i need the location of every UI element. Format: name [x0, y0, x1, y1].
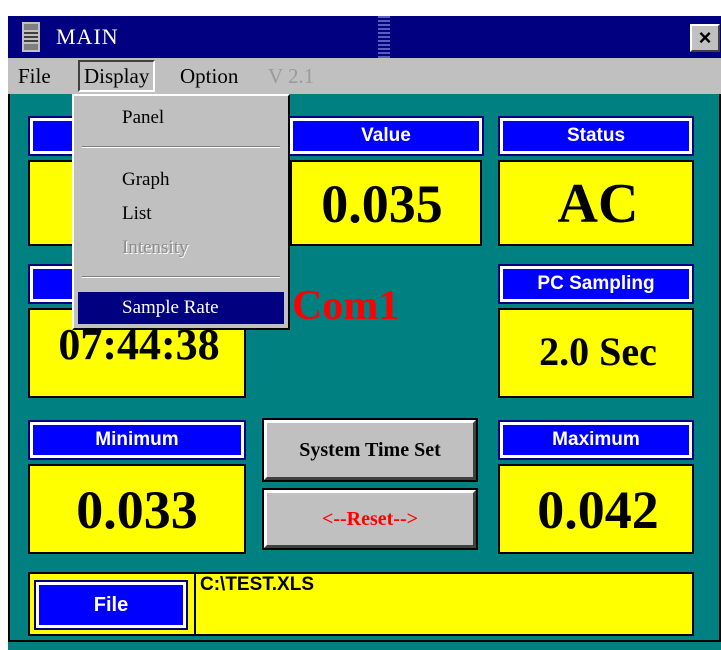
menu-file[interactable]: File [14, 62, 55, 90]
file-path: C:\TEST.XLS [200, 574, 315, 595]
com-port-label: Com1 [292, 283, 400, 329]
menu-bar: File Display Option V 2.1 [8, 58, 721, 94]
pc-sampling-panel: 2.0 Sec [498, 308, 694, 398]
maximum-header: Maximum [498, 420, 694, 460]
display-dropdown-menu: Panel Graph List Intensity Sample Rate [72, 94, 290, 330]
value-header: Value [288, 116, 484, 156]
file-button[interactable]: File [34, 580, 188, 630]
value-reading: 0.035 [321, 174, 443, 234]
window-title: MAIN [56, 24, 119, 49]
menu-separator [82, 276, 280, 278]
system-time-set-button[interactable]: System Time Set [262, 418, 478, 482]
pc-sampling-header: PC Sampling [498, 264, 694, 304]
maximum-reading: 0.042 [537, 480, 659, 540]
title-bar[interactable]: MAIN × [8, 16, 721, 58]
pc-sampling-reading: 2.0 Sec [539, 329, 657, 374]
status-header: Status [498, 116, 694, 156]
menu-option[interactable]: Option [176, 62, 242, 90]
minimum-header: Minimum [28, 420, 246, 460]
menu-item-intensity: Intensity [122, 237, 189, 258]
reset-button[interactable]: <--Reset--> [262, 488, 478, 550]
menu-item-list[interactable]: List [78, 198, 284, 230]
close-icon[interactable]: × [690, 24, 720, 52]
minimum-panel: 0.033 [28, 464, 246, 554]
status-reading: AC [557, 173, 639, 235]
value-panel: 0.035 [290, 160, 482, 246]
title-grip [378, 16, 390, 58]
file-divider [194, 572, 196, 636]
menu-separator [82, 146, 280, 148]
menu-item-graph[interactable]: Graph [78, 164, 284, 196]
maximum-panel: 0.042 [498, 464, 694, 554]
minimum-reading: 0.033 [76, 480, 198, 540]
menu-item-sample-rate[interactable]: Sample Rate [78, 292, 284, 324]
version-label: V 2.1 [268, 64, 315, 88]
app-icon [22, 22, 40, 52]
menu-item-panel[interactable]: Panel [78, 102, 284, 134]
status-panel: AC [498, 160, 694, 246]
menu-display[interactable]: Display [78, 60, 156, 92]
main-window: MAIN × File Display Option V 2.1 Value 0… [0, 0, 721, 650]
